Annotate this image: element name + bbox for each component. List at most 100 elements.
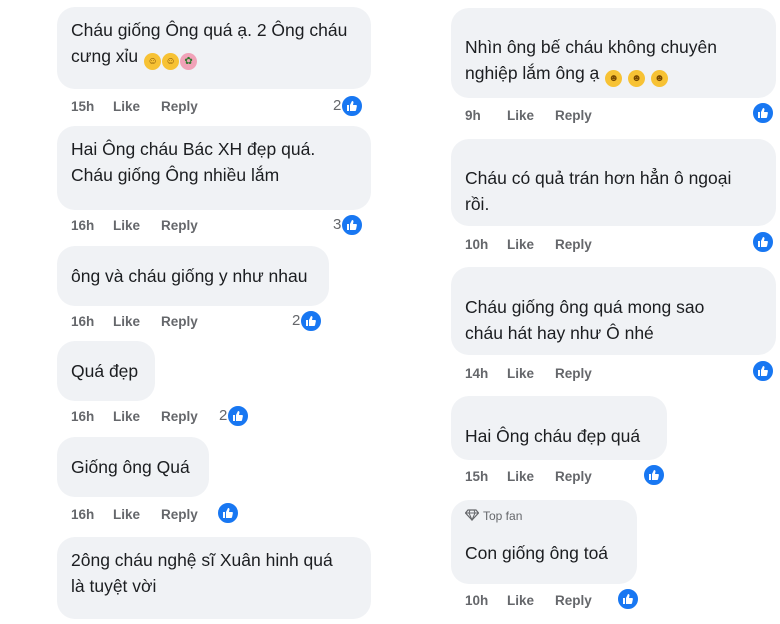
comment-bubble: Cháu giống ông quá mong sao cháu hát hay… bbox=[451, 267, 776, 355]
top-fan-label: Top fan bbox=[483, 509, 523, 523]
like-link[interactable]: Like bbox=[507, 592, 555, 610]
comment-time: 16h bbox=[71, 507, 95, 522]
reaction-number: 2 bbox=[333, 97, 342, 114]
reaction-count[interactable]: 2 bbox=[292, 310, 323, 333]
comment-meta: 16h Like Reply bbox=[71, 506, 198, 524]
reaction-number: 2 bbox=[292, 312, 301, 329]
like-link[interactable]: Like bbox=[507, 107, 555, 125]
like-thumb-icon bbox=[752, 360, 774, 383]
reaction-count[interactable]: 2 bbox=[333, 95, 364, 118]
comment-text: Giống ông Quá bbox=[71, 457, 190, 477]
comment-text: ông và cháu giống y như nhau bbox=[71, 266, 308, 286]
like-thumb-icon bbox=[752, 102, 774, 125]
reaction-count[interactable] bbox=[752, 231, 774, 254]
like-link[interactable]: Like bbox=[113, 408, 161, 426]
reply-link[interactable]: Reply bbox=[555, 107, 592, 125]
bouquet-icon: ✿ bbox=[180, 53, 198, 70]
reaction-count[interactable] bbox=[752, 102, 774, 125]
reaction-count[interactable]: 2 bbox=[219, 405, 250, 428]
like-link[interactable]: Like bbox=[507, 468, 555, 486]
face-blowing-kiss-icon: ☺ bbox=[162, 53, 180, 70]
comment-time: 15h bbox=[71, 99, 95, 114]
grinning-face-icon: ☻ bbox=[628, 70, 646, 87]
comment-bubble: Quá đẹp bbox=[57, 341, 155, 401]
comment-meta: 15h Like Reply bbox=[465, 468, 592, 486]
comment-meta: 9h Like Reply bbox=[465, 107, 592, 125]
comment-time: 15h bbox=[465, 469, 489, 484]
like-thumb-icon bbox=[300, 310, 323, 333]
comment-bubble: Cháu giống Ông quá ạ. 2 Ông cháu cưng xỉ… bbox=[57, 7, 371, 89]
reaction-count[interactable]: 3 bbox=[333, 214, 364, 237]
comment-text: cháu hát hay như Ô nhé bbox=[465, 323, 654, 343]
comment-bubble: 2ông cháu nghệ sĩ Xuân hinh quá là tuyệt… bbox=[57, 537, 371, 619]
like-link[interactable]: Like bbox=[113, 217, 161, 235]
diamond-icon bbox=[464, 509, 480, 524]
reply-link[interactable]: Reply bbox=[555, 365, 592, 383]
reaction-count[interactable] bbox=[617, 588, 639, 611]
comment-text: Hai Ông cháu Bác XH đẹp quá. bbox=[71, 139, 316, 159]
comment-text: Cháu giống Ông quá ạ. 2 Ông cháu bbox=[71, 20, 348, 40]
comment-text: Quá đẹp bbox=[71, 361, 139, 381]
reaction-count[interactable] bbox=[217, 502, 239, 525]
comment-meta: 15h Like Reply bbox=[71, 98, 198, 116]
comment-bubble: Giống ông Quá bbox=[57, 437, 209, 497]
comment-meta: 10h Like Reply bbox=[465, 592, 592, 610]
like-thumb-icon bbox=[227, 405, 250, 428]
comment-text: là tuyệt vời bbox=[71, 576, 157, 596]
face-blowing-kiss-icon: ☺ bbox=[144, 53, 162, 70]
comment-text: Cháu có quả trán hơn hẳn ô ngoại bbox=[465, 168, 732, 188]
comment-text: Con giống ông toá bbox=[465, 543, 609, 563]
comment-bubble: ông và cháu giống y như nhau bbox=[57, 246, 329, 306]
comment-meta: 14h Like Reply bbox=[465, 365, 592, 383]
reply-link[interactable]: Reply bbox=[161, 98, 198, 116]
comment-time: 10h bbox=[465, 237, 489, 252]
comment-text: Nhìn ông bế cháu không chuyên bbox=[465, 37, 717, 57]
reply-link[interactable]: Reply bbox=[555, 236, 592, 254]
comment-time: 16h bbox=[71, 409, 95, 424]
like-thumb-icon bbox=[341, 214, 364, 237]
reply-link[interactable]: Reply bbox=[161, 506, 198, 524]
comment-text: nghiệp lắm ông ạ ☻ ☻ ☻ bbox=[465, 60, 762, 87]
reply-link[interactable]: Reply bbox=[161, 313, 198, 331]
like-thumb-icon bbox=[617, 588, 639, 611]
grinning-face-icon: ☻ bbox=[650, 70, 668, 87]
reaction-count[interactable] bbox=[752, 360, 774, 383]
comment-bubble: Cháu có quả trán hơn hẳn ô ngoại rồi. bbox=[451, 139, 776, 226]
like-thumb-icon bbox=[643, 464, 665, 487]
comment-meta: 16h Like Reply bbox=[71, 408, 198, 426]
reaction-count[interactable] bbox=[643, 464, 665, 487]
like-link[interactable]: Like bbox=[113, 506, 161, 524]
reply-link[interactable]: Reply bbox=[161, 217, 198, 235]
reaction-number: 2 bbox=[219, 407, 228, 424]
comment-bubble: Hai Ông cháu đẹp quá bbox=[451, 396, 667, 460]
reply-link[interactable]: Reply bbox=[161, 408, 198, 426]
comment-meta: 16h Like Reply bbox=[71, 217, 198, 235]
like-thumb-icon bbox=[752, 231, 774, 254]
comment-time: 16h bbox=[71, 218, 95, 233]
comment-time: 10h bbox=[465, 593, 489, 608]
reply-link[interactable]: Reply bbox=[555, 468, 592, 486]
comment-text: rồi. bbox=[465, 194, 490, 214]
like-link[interactable]: Like bbox=[507, 236, 555, 254]
comment-bubble: Hai Ông cháu Bác XH đẹp quá. Cháu giống … bbox=[57, 126, 371, 210]
like-link[interactable]: Like bbox=[113, 313, 161, 331]
like-thumb-icon bbox=[341, 95, 364, 118]
comment-text: cưng xỉu ☺ ☺ ✿ bbox=[71, 43, 357, 70]
comment-text: Cháu giống Ông nhiều lắm bbox=[71, 165, 280, 185]
comment-text: 2ông cháu nghệ sĩ Xuân hinh quá bbox=[71, 550, 333, 570]
comment-time: 9h bbox=[465, 108, 481, 123]
comment-bubble: Nhìn ông bế cháu không chuyên nghiệp lắm… bbox=[451, 8, 776, 98]
comment-time: 14h bbox=[465, 366, 489, 381]
like-thumb-icon bbox=[217, 502, 239, 525]
comment-text: Hai Ông cháu đẹp quá bbox=[465, 426, 641, 446]
like-link[interactable]: Like bbox=[507, 365, 555, 383]
grinning-face-icon: ☻ bbox=[605, 70, 623, 87]
reaction-number: 3 bbox=[333, 216, 342, 233]
comment-time: 16h bbox=[71, 314, 95, 329]
reply-link[interactable]: Reply bbox=[555, 592, 592, 610]
comment-meta: 10h Like Reply bbox=[465, 236, 592, 254]
top-fan-badge: Top fan bbox=[464, 509, 523, 524]
like-link[interactable]: Like bbox=[113, 98, 161, 116]
comment-meta: 16h Like Reply bbox=[71, 313, 198, 331]
comment-text: Cháu giống ông quá mong sao bbox=[465, 297, 705, 317]
